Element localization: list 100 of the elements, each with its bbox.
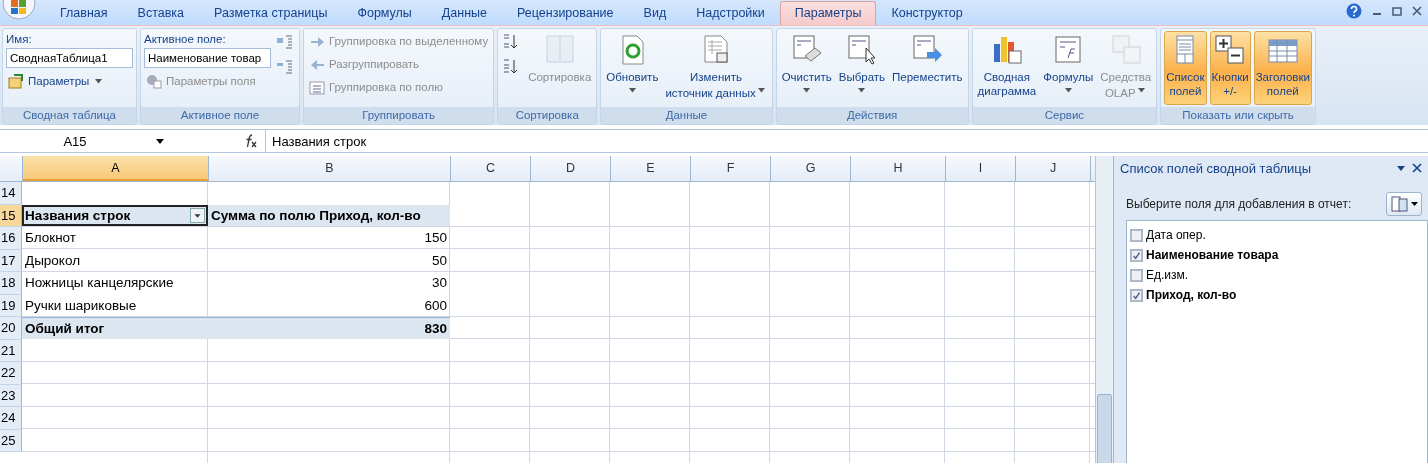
caret-icon: [95, 78, 103, 84]
ribbon-tab[interactable]: Вид: [628, 1, 682, 25]
ribbon-button[interactable]: Параметры: [6, 71, 133, 91]
table-cell-text: 600: [423, 296, 448, 315]
field-label[interactable]: Ед.изм.: [1146, 268, 1189, 282]
group-title: Сервис: [972, 107, 1157, 124]
prompt-text: Выберите поля для добавления в отчет:: [1126, 197, 1353, 211]
formula-field[interactable]: Названия строк: [265, 130, 1428, 152]
checkbox[interactable]: [1130, 228, 1143, 242]
ribbon-button[interactable]: Формулы: [1041, 31, 1096, 105]
group-title: Сводная таблица: [3, 107, 136, 124]
column-header[interactable]: D: [531, 156, 611, 181]
field-label[interactable]: Дата опер.: [1146, 228, 1206, 242]
caret-icon: [803, 88, 811, 93]
row-header[interactable]: 15: [0, 204, 22, 227]
table-cell: Сумма по полю Приход, кол-во: [208, 204, 450, 226]
column-header[interactable]: H: [851, 156, 946, 181]
table-cell-text: Блокнот: [24, 229, 77, 248]
caret-icon: [858, 88, 866, 93]
ribbon-button[interactable]: Сводная диаграмма: [975, 31, 1039, 105]
table-cell-text: 150: [423, 229, 448, 248]
ribbon-button[interactable]: Очистить: [779, 31, 834, 105]
ribbon-button[interactable]: Переместить: [890, 31, 965, 105]
table-cell-text: Ручки шариковые: [24, 296, 138, 315]
ribbon-tab[interactable]: Данные: [426, 1, 503, 25]
row-header[interactable]: 24: [0, 407, 22, 430]
ribbon-tab[interactable]: Формулы: [342, 1, 427, 25]
column-header[interactable]: A: [23, 156, 209, 181]
dropdown-icon[interactable]: [1396, 163, 1406, 173]
caret-icon: [757, 88, 765, 93]
group-title: Действия: [776, 107, 968, 124]
field-label: Имя:: [6, 32, 33, 45]
table-cell-text: Дырокол: [24, 251, 81, 270]
table-cell: Названия строк: [22, 204, 208, 226]
column-header[interactable]: C: [451, 156, 531, 181]
ribbon-button[interactable]: Обновить: [604, 31, 661, 105]
row-header[interactable]: 22: [0, 362, 22, 385]
ribbon-tab[interactable]: Разметка страницы: [199, 1, 343, 25]
row-header[interactable]: 18: [0, 272, 22, 295]
field-label[interactable]: Наименование товара: [1146, 248, 1279, 262]
ribbon-tab[interactable]: Конструктор: [876, 1, 978, 25]
checkbox[interactable]: [1130, 288, 1143, 302]
row-header[interactable]: 25: [0, 429, 22, 452]
olap-icon: [1109, 34, 1142, 66]
ribbon-button[interactable]: Список полей: [1164, 31, 1207, 105]
calendar-icon: [309, 79, 325, 95]
close-icon[interactable]: [1412, 163, 1422, 173]
caret-icon: [1137, 88, 1145, 93]
column-header[interactable]: J: [1016, 156, 1091, 181]
row-header[interactable]: 17: [0, 249, 22, 272]
table-cell-text: 50: [430, 251, 448, 270]
settings-icon: [8, 73, 24, 89]
ribbon-tab[interactable]: Рецензирование: [502, 1, 629, 25]
ribbon-tab[interactable]: Надстройки: [681, 1, 780, 25]
pane-title: Список полей сводной таблицы: [1120, 160, 1313, 176]
group-title: Группировать: [304, 107, 494, 124]
table-cell-text: Ножницы канцелярские: [24, 274, 175, 293]
caret-icon: [1064, 88, 1072, 93]
ribbon-tab[interactable]: Параметры: [779, 1, 877, 25]
name-box[interactable]: A15: [0, 133, 150, 149]
sort-icon: [543, 34, 576, 66]
close-icon[interactable]: [1412, 6, 1422, 16]
column-header[interactable]: E: [611, 156, 691, 181]
ribbon-tab[interactable]: Главная: [45, 1, 123, 25]
row-header[interactable]: 21: [0, 339, 22, 362]
column-header[interactable]: G: [771, 156, 851, 181]
row-header[interactable]: 20: [0, 317, 22, 340]
filter-dropdown-icon[interactable]: [190, 207, 205, 223]
help-icon[interactable]: [1346, 3, 1362, 19]
column-header[interactable]: I: [946, 156, 1016, 181]
field-label: Активное поле:: [144, 32, 227, 45]
caret-icon: [628, 88, 636, 93]
row-header[interactable]: 16: [0, 227, 22, 250]
group-title: Данные: [601, 107, 772, 124]
column-header[interactable]: F: [691, 156, 771, 181]
plus-minus-icon: [1214, 34, 1247, 66]
row-header[interactable]: 19: [0, 294, 22, 317]
table-cell: Общий итог: [22, 317, 208, 339]
ribbon-button[interactable]: Изменить источник данных: [663, 31, 769, 105]
checkbox[interactable]: [1130, 268, 1143, 282]
input-field[interactable]: СводнаяТаблица1: [6, 48, 133, 68]
field-label[interactable]: Приход, кол-во: [1146, 288, 1237, 302]
checkbox[interactable]: [1130, 248, 1143, 262]
layout-dropdown-icon[interactable]: [1386, 192, 1422, 216]
restore-icon[interactable]: [1392, 6, 1402, 16]
group-title: Активное поле: [141, 107, 299, 124]
row-header[interactable]: 14: [0, 182, 22, 205]
input-field[interactable]: Наименование товар: [144, 48, 271, 68]
ribbon-button[interactable]: Выбрать: [836, 31, 888, 105]
column-header[interactable]: B: [209, 156, 451, 181]
ribbon-tab[interactable]: Вставка: [122, 1, 200, 25]
table-cell: 830: [208, 317, 450, 339]
scrollbar[interactable]: [1095, 156, 1113, 463]
row-header[interactable]: 23: [0, 384, 22, 407]
group-title: Сортировка: [498, 107, 597, 124]
ribbon-button[interactable]: Кнопки +/-: [1209, 31, 1251, 105]
table-cell-text: 30: [430, 274, 448, 293]
group-title: Показать или скрыть: [1161, 107, 1315, 124]
ribbon-button[interactable]: Заголовки полей: [1253, 31, 1312, 105]
info-icon: [146, 73, 162, 89]
